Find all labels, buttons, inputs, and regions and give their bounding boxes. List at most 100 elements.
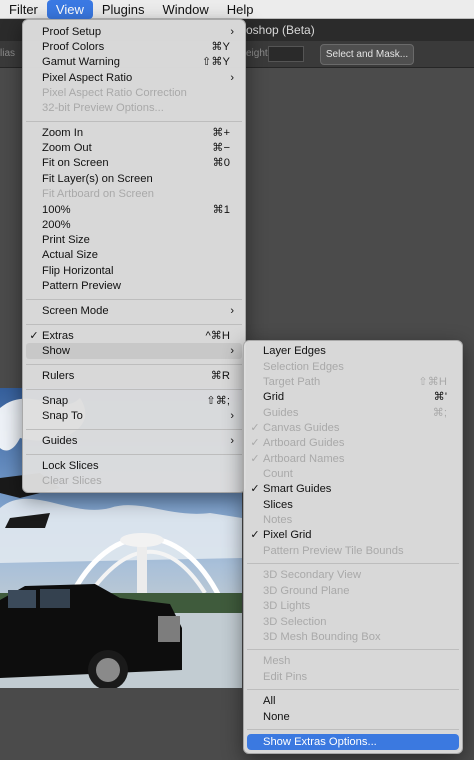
menu-item-200[interactable]: 200%	[26, 217, 242, 233]
menu-item-label: Guides	[263, 407, 299, 419]
menu-item-fit-layer-s-on-screen[interactable]: Fit Layer(s) on Screen	[26, 171, 242, 187]
menu-item-flip-horizontal[interactable]: Flip Horizontal	[26, 263, 242, 279]
menu-item-zoom-in[interactable]: Zoom In ⌘+	[26, 125, 242, 141]
view-menu: Proof Setup › Proof Colors ⌘Y Gamut Warning ⇧…	[22, 19, 246, 493]
menu-item-proof-setup[interactable]: Proof Setup ›	[26, 24, 242, 40]
menu-item-pixel-grid[interactable]: ✓ Pixel Grid	[247, 527, 459, 543]
chevron-right-icon: ›	[230, 305, 234, 317]
menu-item-3d-secondary-view: 3D Secondary View	[247, 567, 459, 583]
menu-item-label: Proof Setup	[42, 26, 102, 38]
menu-item-all[interactable]: All	[247, 693, 459, 709]
menu-item-label: Pattern Preview	[42, 280, 121, 292]
menu-item-artboard-names: ✓ Artboard Names	[247, 451, 459, 467]
menubar-help[interactable]: Help	[218, 0, 263, 19]
chevron-right-icon: ›	[230, 26, 234, 38]
menu-item-slices[interactable]: Slices	[247, 497, 459, 513]
shortcut-label: ⌘0	[212, 157, 230, 169]
menubar: Filter View Plugins Window Help	[0, 0, 474, 19]
menubar-plugins[interactable]: Plugins	[93, 0, 154, 19]
menubar-window[interactable]: Window	[153, 0, 217, 19]
menu-item-canvas-guides: ✓ Canvas Guides	[247, 420, 459, 436]
menu-item-label: Actual Size	[42, 249, 98, 261]
menu-item-label: Flip Horizontal	[42, 265, 114, 277]
menu-item-pattern-preview-tile-bounds: Pattern Preview Tile Bounds	[247, 543, 459, 559]
menu-item-label: Gamut Warning	[42, 56, 120, 68]
cloud-shape	[0, 498, 242, 563]
menu-item-label: Show Extras Options...	[263, 736, 377, 748]
menu-item-label: Mesh	[263, 655, 291, 667]
menu-item-label: 32-bit Preview Options...	[42, 102, 164, 114]
menu-item-clear-slices: Clear Slices	[26, 473, 242, 489]
menu-item-show-extras-options[interactable]: Show Extras Options...	[247, 734, 459, 750]
shortcut-label: ⌘+	[212, 127, 230, 139]
suv-window	[40, 589, 70, 608]
menu-item-label: Extras	[42, 330, 74, 342]
menu-item-label: Pixel Aspect Ratio	[42, 72, 133, 84]
menubar-filter[interactable]: Filter	[0, 0, 47, 19]
menu-item-layer-edges[interactable]: Layer Edges	[247, 343, 459, 359]
checkmark-icon: ✓	[250, 422, 260, 434]
chevron-right-icon: ›	[230, 410, 234, 422]
menu-separator	[247, 563, 459, 564]
menu-separator	[247, 689, 459, 690]
menu-item-proof-colors[interactable]: Proof Colors ⌘Y	[26, 39, 242, 55]
menu-separator	[26, 389, 242, 390]
menu-item-extras[interactable]: ✓ Extras ^⌘H	[26, 328, 242, 344]
menu-item-label: Rulers	[42, 370, 75, 382]
menu-item-guides: Guides ⌘;	[247, 405, 459, 421]
menu-item-guides[interactable]: Guides ›	[26, 433, 242, 449]
menu-item-smart-guides[interactable]: ✓ Smart Guides	[247, 481, 459, 497]
menu-item-zoom-out[interactable]: Zoom Out ⌘−	[26, 140, 242, 156]
shortcut-label: ⌘Y	[211, 41, 230, 53]
height-input[interactable]	[268, 46, 304, 62]
menubar-view[interactable]: View	[46, 0, 93, 19]
menu-item-rulers[interactable]: Rulers ⌘R	[26, 368, 242, 384]
shortcut-label: ⇧⌘H	[418, 376, 447, 388]
menu-item-actual-size[interactable]: Actual Size	[26, 247, 242, 263]
menu-item-fit-on-screen[interactable]: Fit on Screen ⌘0	[26, 155, 242, 171]
menu-item-selection-edges: Selection Edges	[247, 359, 459, 375]
shortcut-label: ⇧⌘Y	[201, 56, 230, 68]
suv-grille	[158, 616, 180, 642]
menu-item-label: Pattern Preview Tile Bounds	[263, 545, 404, 557]
menu-item-pixel-aspect-ratio[interactable]: Pixel Aspect Ratio ›	[26, 70, 242, 86]
menu-item-label: Pixel Aspect Ratio Correction	[42, 87, 187, 99]
menu-item-label: Print Size	[42, 234, 90, 246]
menu-item-screen-mode[interactable]: Screen Mode ›	[26, 303, 242, 319]
menu-item-label: Guides	[42, 435, 78, 447]
menu-item-label: Pixel Grid	[263, 529, 312, 541]
menu-item-label: Proof Colors	[42, 41, 105, 53]
shortcut-label: ⌘1	[212, 204, 230, 216]
menu-item-label: 3D Ground Plane	[263, 585, 350, 597]
shortcut-label: ^⌘H	[205, 330, 230, 342]
checkmark-icon: ✓	[250, 483, 260, 495]
menu-item-print-size[interactable]: Print Size	[26, 232, 242, 248]
menu-item-label: Screen Mode	[42, 305, 109, 317]
menu-item-label: Zoom In	[42, 127, 84, 139]
menu-item-pattern-preview[interactable]: Pattern Preview	[26, 278, 242, 294]
menu-item-none[interactable]: None	[247, 709, 459, 725]
menu-item-snap-to[interactable]: Snap To ›	[26, 408, 242, 424]
menu-item-100[interactable]: 100% ⌘1	[26, 202, 242, 218]
menu-item-label: Slices	[263, 499, 293, 511]
select-and-mask-button[interactable]: Select and Mask...	[320, 44, 414, 65]
menu-item-label: Snap	[42, 395, 69, 407]
checkmark-icon: ✓	[29, 330, 39, 342]
menu-separator	[26, 454, 242, 455]
menu-item-label: 3D Lights	[263, 600, 311, 612]
menu-item-label: Show	[42, 345, 70, 357]
menu-item-show[interactable]: Show ›	[26, 343, 242, 359]
menu-item-grid[interactable]: Grid ⌘'	[247, 389, 459, 405]
height-label: eight:	[246, 48, 271, 59]
menu-item-label: Clear Slices	[42, 475, 102, 487]
menu-item-label: Fit Artboard on Screen	[42, 188, 154, 200]
menu-item-gamut-warning[interactable]: Gamut Warning ⇧⌘Y	[26, 54, 242, 70]
shortcut-label: ⌘R	[210, 370, 230, 382]
menu-item-label: All	[263, 695, 276, 707]
menu-item-count: Count	[247, 466, 459, 482]
show-submenu: Layer Edges Selection Edges Target Path ⇧⌘H…	[243, 340, 463, 754]
window-title: oshop (Beta)	[246, 23, 315, 37]
menu-item-snap[interactable]: Snap ⇧⌘;	[26, 393, 242, 409]
menu-item-lock-slices[interactable]: Lock Slices	[26, 458, 242, 474]
checkmark-icon: ✓	[250, 529, 260, 541]
